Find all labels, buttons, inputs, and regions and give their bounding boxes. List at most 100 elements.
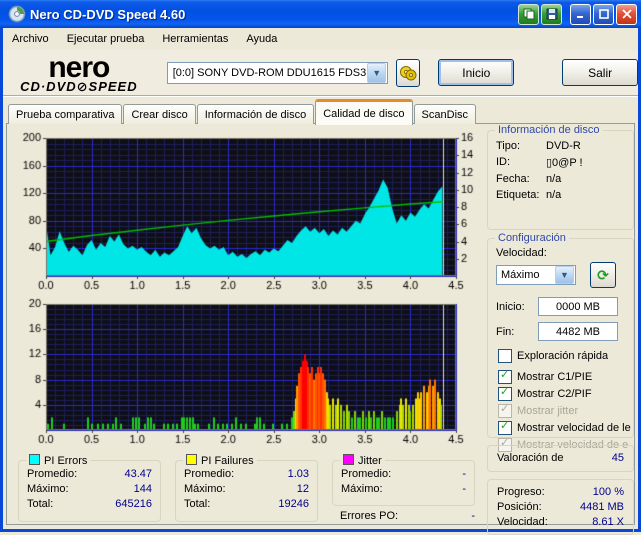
pi-errors-max-label: Máximo: [27,483,69,495]
menu-archivo[interactable]: Archivo [3,30,58,48]
pi-failures-chart [10,296,480,448]
jitter-stats-panel: Jitter Promedio: - Máximo: - [332,454,475,506]
pi-errors-total-value: 645216 [115,498,152,510]
drive-select[interactable]: [0:0] SONY DVD-ROM DDU1615 FDS3 ▼ [166,61,389,84]
start-button[interactable]: Inicio [438,59,515,86]
show-jitter-label: Mostrar jitter [517,404,579,417]
maximize-button[interactable] [593,3,614,25]
copy-icon [523,8,534,20]
minimize-icon [576,16,583,18]
tab-crear-disco[interactable]: Crear disco [123,104,196,124]
check-icon: ✓ [500,368,510,381]
pi-failures-title: PI Failures [201,455,254,467]
pi-failures-stats-panel: PI Failures Promedio: 1.03 Máximo: 12 Tota… [175,454,318,522]
logo-line2: CD·DVD⊘SPEED [20,78,138,94]
close-icon [621,9,632,19]
disc-date-value: n/a [546,173,562,185]
menu-ayuda[interactable]: Ayuda [237,30,286,48]
drive-select-value: [0:0] SONY DVD-ROM DDU1615 FDS3 [172,66,367,79]
disc-id-label: ID: [496,156,511,168]
pi-errors-title: PI Errors [44,455,88,467]
eject-disc-button[interactable] [396,58,421,87]
disc-info-title: Información de disco [495,124,603,136]
minimize-button[interactable] [570,3,591,25]
drive-select-dropdown-button[interactable]: ▼ [367,62,387,83]
jitter-swatch [343,454,354,465]
position-label: Posición: [497,501,542,513]
rating-panel: Valoración de 45 [487,445,634,472]
pi-errors-chart [10,128,480,294]
po-errors-row: Errores PO: - [340,510,475,522]
close-button[interactable] [616,3,637,25]
show-c1-pie-checkbox[interactable]: ✓ [498,368,512,384]
menu-herramientas[interactable]: Herramientas [153,30,237,48]
disc-id-value: ▯0@P ! [546,157,583,169]
quick-scan-checkbox[interactable] [498,348,512,363]
speed-select[interactable]: Máximo ▼ [496,265,576,285]
copy-report-button[interactable] [518,3,539,25]
pi-failures-avg-label: Promedio: [184,468,235,480]
jitter-avg-value: - [462,468,466,480]
progress-label: Progreso: [497,486,545,498]
disc-label-value: n/a [546,189,562,201]
speed-select-dropdown-button[interactable]: ▼ [555,266,574,284]
refresh-icon: ⟳ [597,266,609,283]
disc-icon [400,65,417,80]
po-errors-value: - [471,510,475,522]
tab-informacion-de-disco[interactable]: Información de disco [196,104,315,124]
pi-errors-avg-label: Promedio: [27,468,78,480]
tab-calidad-de-disco[interactable]: Calidad de disco [315,99,413,125]
save-icon [546,8,557,20]
pi-errors-total-label: Total: [27,498,54,510]
end-pos-input[interactable]: 4482 MB [538,322,618,341]
tab-scandisc[interactable]: ScanDisc [413,104,477,124]
disc-type-label: Tipo: [496,140,521,152]
pi-errors-max-value: 144 [133,483,152,495]
chevron-down-icon: ▼ [560,270,569,280]
jitter-avg-label: Promedio: [341,468,392,480]
pi-failures-total-label: Total: [184,498,211,510]
quick-scan-label: Exploración rápida [517,349,609,362]
show-c1-pie-label: Mostrar C1/PIE [517,370,593,383]
end-pos-label: Fin: [496,325,515,338]
check-icon: ✓ [500,385,510,398]
speed-stat-value: 8.61 X [592,516,624,528]
chevron-down-icon: ▼ [372,67,382,78]
disc-date-label: Fecha: [496,173,530,185]
pi-errors-stats-panel: PI Errors Promedio: 43.47 Máximo: 144 Tota… [18,454,161,522]
refresh-button[interactable]: ⟳ [590,262,616,288]
show-read-speed-checkbox[interactable]: ✓ [498,419,512,435]
speed-stat-label: Velocidad: [497,516,548,528]
speed-select-value: Máximo [501,269,540,281]
tab-strip: Prueba comparativa Crear disco Informaci… [8,99,477,125]
disc-info-panel: Información de disco Tipo: DVD-R ID: ▯0@P … [487,124,634,230]
exit-button[interactable]: Salir [562,59,638,86]
speed-label: Velocidad: [496,247,547,259]
title-bar: Nero CD-DVD Speed 4.60 [0,0,641,28]
show-jitter-checkbox: ✓ [498,403,512,418]
rating-value: 45 [611,452,624,464]
save-report-button[interactable] [541,3,562,25]
nero-logo: nero CD·DVD⊘SPEED [3,50,155,94]
start-pos-input[interactable]: 0000 MB [538,297,618,316]
maximize-icon [598,9,609,19]
jitter-max-label: Máximo: [341,483,383,495]
start-pos-label: Inicio: [496,300,525,313]
position-value: 4481 MB [579,501,624,513]
jitter-max-value: - [462,483,466,495]
config-title: Configuración [495,232,569,244]
disc-type-value: DVD-R [546,140,581,152]
logo-line1: nero [48,50,110,84]
po-errors-label: Errores PO: [340,510,399,522]
show-c2-pif-checkbox[interactable]: ✓ [498,385,512,401]
rating-label: Valoración de [497,452,564,464]
progress-value: 100 % [592,486,624,498]
tab-prueba-comparativa[interactable]: Prueba comparativa [8,104,123,124]
menu-bar: Archivo Ejecutar prueba Herramientas Ayu… [3,28,638,51]
header: nero CD·DVD⊘SPEED [0:0] SONY DVD-ROM DDU… [3,50,638,97]
menu-ejecutar-prueba[interactable]: Ejecutar prueba [58,30,154,48]
check-icon: ✓ [500,419,510,432]
pi-failures-max-value: 12 [296,483,309,495]
pi-failures-max-label: Máximo: [184,483,226,495]
sidebar: Información de disco Tipo: DVD-R ID: ▯0@P … [487,124,634,535]
